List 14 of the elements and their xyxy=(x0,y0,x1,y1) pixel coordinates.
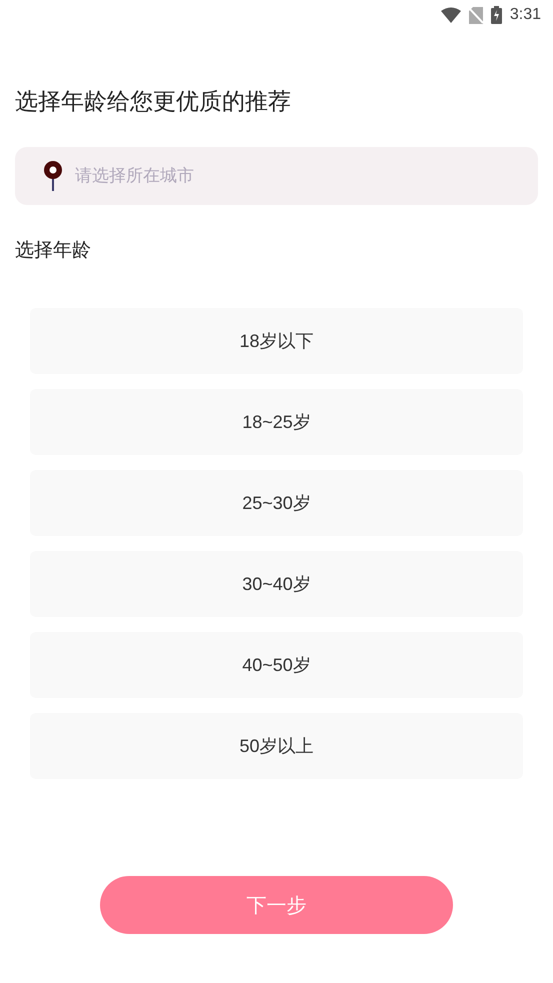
location-pin-icon xyxy=(43,161,63,191)
status-time: 3:31 xyxy=(510,6,541,24)
age-option[interactable]: 18岁以下 xyxy=(30,308,523,374)
battery-charging-icon xyxy=(490,6,502,24)
age-option[interactable]: 30~40岁 xyxy=(30,551,523,617)
age-option[interactable]: 18~25岁 xyxy=(30,389,523,455)
age-option[interactable]: 25~30岁 xyxy=(30,470,523,536)
wifi-icon xyxy=(440,7,461,23)
section-label: 选择年龄 xyxy=(15,239,91,263)
age-option[interactable]: 40~50岁 xyxy=(30,632,523,698)
no-sim-icon xyxy=(468,6,483,24)
city-field[interactable]: 请选择所在城市 xyxy=(15,147,538,205)
age-option[interactable]: 50岁以上 xyxy=(30,713,523,779)
page-title: 选择年龄给您更优质的推荐 xyxy=(15,87,292,116)
